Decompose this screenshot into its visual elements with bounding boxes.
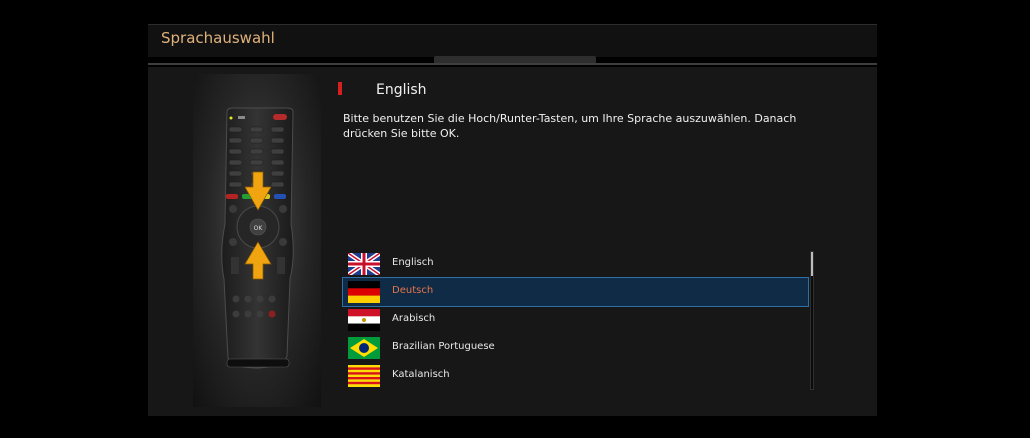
list-item-selected[interactable]: Deutsch — [342, 277, 809, 307]
list-item-label: Deutsch — [392, 285, 434, 296]
list-item-label: Englisch — [392, 257, 434, 268]
germany-flag-icon — [348, 281, 380, 303]
list-item-label: Katalanisch — [392, 369, 450, 380]
list-item[interactable]: Arabisch — [343, 306, 808, 334]
scrollbar-thumb[interactable] — [811, 252, 813, 276]
remote-control-image: OK — [193, 74, 321, 407]
title-bar: Sprachauswahl — [148, 24, 877, 57]
tab-notch — [434, 56, 596, 63]
divider — [148, 63, 877, 65]
egypt-flag-icon — [348, 309, 380, 331]
list-scrollbar[interactable] — [810, 251, 814, 390]
current-language: English — [376, 82, 427, 98]
uk-flag-icon — [348, 253, 380, 275]
instruction-text: Bitte benutzen Sie die Hoch/Runter-Taste… — [343, 112, 797, 140]
list-item[interactable]: Englisch — [343, 250, 808, 278]
catalonia-flag-icon — [348, 365, 380, 387]
list-item[interactable]: Katalanisch — [343, 362, 808, 390]
list-item[interactable]: Brazilian Portuguese — [343, 334, 808, 362]
window-title: Sprachauswahl — [161, 29, 275, 47]
selection-marker — [338, 82, 342, 95]
brazil-flag-icon — [348, 337, 380, 359]
language-list: Englisch Deutsch Arabisch Brazilian Port… — [342, 250, 809, 390]
list-item-label: Brazilian Portuguese — [392, 341, 495, 352]
remote-ok-label: OK — [254, 225, 264, 232]
list-item-label: Arabisch — [392, 313, 436, 324]
